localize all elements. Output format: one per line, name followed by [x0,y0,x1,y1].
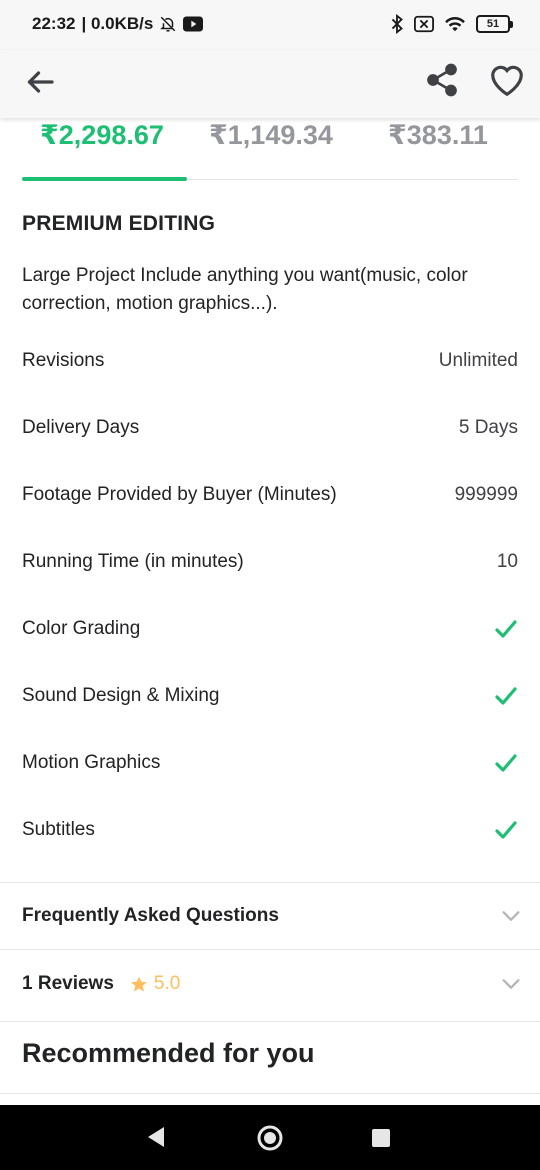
feature-row-sound-design: Sound Design & Mixing [22,681,518,711]
divider [0,1021,540,1022]
check-icon [495,754,517,772]
back-arrow-icon[interactable] [22,64,58,100]
system-nav-bar [0,1105,540,1170]
feature-row-footage: Footage Provided by Buyer (Minutes) 9999… [22,480,518,510]
battery-icon: 51 [476,15,513,33]
bell-off-icon [160,16,176,32]
status-network-speed: | 0.0KB/s [81,14,154,33]
feature-row-color-grading: Color Grading [22,614,518,644]
status-time: 22:32 [32,14,76,33]
feature-row-subtitles: Subtitles [22,815,518,845]
nav-recents-icon[interactable] [372,1129,390,1147]
heart-icon[interactable] [488,62,526,98]
divider [0,949,540,950]
feature-label: Sound Design & Mixing [22,685,220,706]
reviews-count: 1 Reviews [22,973,114,994]
nav-back-icon[interactable] [146,1125,166,1149]
feature-value: 5 Days [458,417,518,438]
sim-off-icon [414,15,434,33]
rating-value: 5.0 [153,973,181,994]
bluetooth-icon [391,14,403,34]
feature-value: Unlimited [438,350,518,371]
check-icon [495,687,517,705]
feature-row-running-time: Running Time (in minutes) 10 [22,547,518,577]
chevron-down-icon [502,979,520,989]
faq-label: Frequently Asked Questions [22,905,279,926]
feature-label: Motion Graphics [22,752,161,773]
chevron-down-icon [502,911,520,921]
feature-value: 10 [496,551,518,572]
status-bar: 22:32 | 0.0KB/s 51 [0,0,540,50]
feature-row-motion-graphics: Motion Graphics [22,748,518,778]
status-left: 22:32 | 0.0KB/s [32,14,204,34]
reviews-summary: 1 Reviews 5.0 [22,973,180,995]
feature-label: Footage Provided by Buyer (Minutes) [22,484,337,505]
status-right: 51 [390,14,513,34]
feature-row-revisions: Revisions Unlimited [22,346,518,376]
wifi-icon [445,16,465,32]
recommended-title: Recommended for you [22,1038,315,1068]
tab-premium-price[interactable]: ₹383.11 [388,120,488,151]
reviews-rating: 5.0 [130,973,180,995]
feature-label: Delivery Days [22,417,140,438]
faq-accordion[interactable]: Frequently Asked Questions [22,896,522,936]
feature-label: Running Time (in minutes) [22,551,244,572]
feature-label: Revisions [22,350,105,371]
share-icon[interactable] [424,62,460,98]
tab-standard-price[interactable]: ₹1,149.34 [209,120,333,151]
youtube-icon [183,16,204,32]
feature-value: 999999 [454,484,518,505]
check-icon [495,821,517,839]
star-icon [131,976,147,992]
nav-home-icon[interactable] [256,1124,284,1152]
tab-indicator [22,177,187,181]
feature-label: Subtitles [22,819,95,840]
app-bar [0,50,540,118]
divider [0,882,540,883]
tab-basic-price[interactable]: ₹2,298.67 [40,120,164,151]
divider [0,1093,540,1094]
package-tabs: ₹2,298.67 ₹1,149.34 ₹383.11 [22,118,518,181]
reviews-accordion[interactable]: 1 Reviews 5.0 [22,964,522,1004]
feature-label: Color Grading [22,618,141,639]
package-description: Large Project Include anything you want(… [22,265,468,314]
feature-row-delivery-days: Delivery Days 5 Days [22,413,518,443]
check-icon [495,620,517,638]
package-title: PREMIUM EDITING [22,212,216,235]
